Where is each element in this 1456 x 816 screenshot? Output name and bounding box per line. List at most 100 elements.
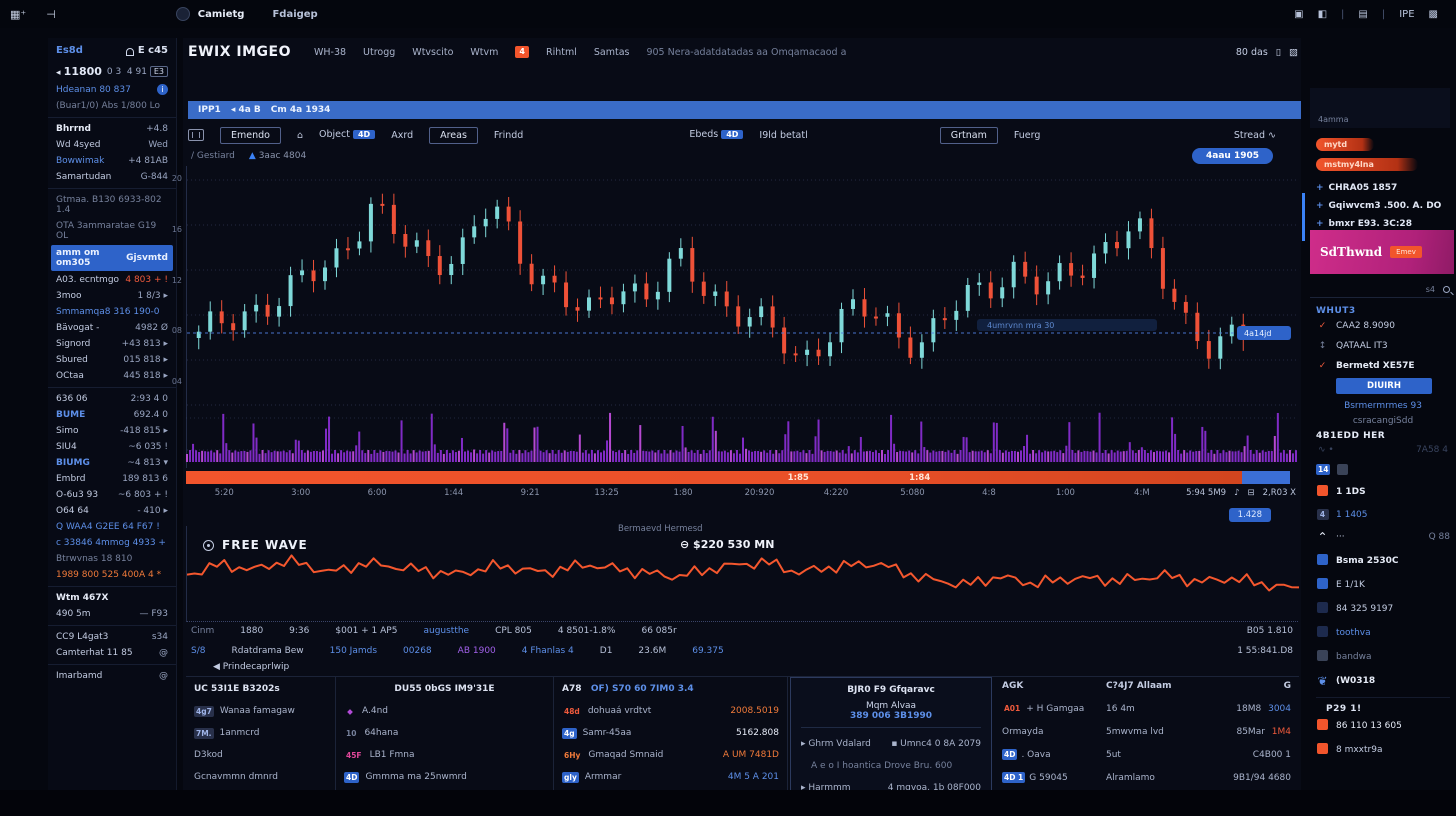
header-menu-item[interactable]: Wtvscito	[412, 47, 453, 58]
table-row[interactable]: 45FLB1 Fmna	[344, 744, 545, 766]
watchlist-row[interactable]: OCtaa445 818 ▸	[48, 368, 176, 384]
watchlist-row[interactable]: 3moo1 8/3 ▸	[48, 288, 176, 304]
axrd-button[interactable]: Axrd	[391, 130, 413, 141]
stats-row-3[interactable]: ◀ Prindecaprlwip	[213, 662, 289, 672]
table-row[interactable]: ◆A.4nd	[344, 700, 545, 722]
watchlist-row[interactable]: Wtm 467X	[48, 590, 176, 606]
col4-total-link[interactable]: 389 006 3B1990	[801, 711, 981, 728]
table-row[interactable]: D3kod	[194, 744, 327, 766]
sidebar-metric[interactable]: 8 mxxtr9a	[1316, 738, 1450, 762]
check-item[interactable]: ✓Bermetd XE57E	[1316, 356, 1450, 376]
promo-button[interactable]: Emev	[1390, 246, 1422, 258]
account-link-row[interactable]: Hdeanan 80 837 i	[48, 81, 176, 98]
appbar-menu-item[interactable]: Fdaigep	[272, 9, 317, 20]
watchlist-row[interactable]: O64 64- 410 ▸	[48, 503, 176, 519]
chip-grey[interactable]	[1337, 464, 1348, 475]
hotkey-item[interactable]: +CHRA05 1857	[1316, 179, 1454, 197]
object-button[interactable]: Object 4D	[319, 129, 375, 141]
search-icon[interactable]	[1443, 286, 1450, 293]
instrument-title[interactable]: EWIX IMGEO	[188, 44, 291, 60]
betatl-button[interactable]: I9ld betatl	[759, 130, 807, 141]
watchlist-row[interactable]: Camterhat 11 85@	[48, 645, 176, 661]
indicator-button[interactable]: Emendo	[220, 127, 281, 144]
header-menu-item[interactable]: Wtvm	[470, 47, 498, 58]
volume-chart[interactable]	[186, 400, 1298, 466]
home-icon[interactable]: ⌂	[297, 130, 303, 141]
table-row[interactable]: 7M.1anmcrd	[194, 722, 327, 744]
watchlist-row[interactable]: Sbured015 818 ▸	[48, 352, 176, 368]
areas-button[interactable]: Areas	[429, 127, 478, 144]
sidebar-search-row[interactable]: s4	[1310, 282, 1450, 298]
watchlist-row[interactable]: Imarbamd@	[48, 668, 176, 684]
watchlist-row[interactable]: BIUMG~4 813 ▾	[48, 455, 176, 471]
chip-row[interactable]: 14	[1316, 459, 1450, 480]
watchlist-row[interactable]: 490 5m— F93	[48, 606, 176, 622]
sidebar-metric[interactable]: bandwa	[1316, 645, 1450, 669]
watchlist-row[interactable]: OTA 3ammaratae G19 OL	[48, 218, 176, 244]
collapse-icon[interactable]: ⊣	[46, 8, 56, 21]
hot-pill-1[interactable]: mytd	[1316, 138, 1374, 151]
link-2[interactable]: csracangiSdd	[1353, 416, 1413, 426]
header-menu-item[interactable]: Samtas	[594, 47, 630, 58]
note-icon[interactable]: ♪	[1234, 488, 1239, 498]
watchlist-row[interactable]: c 33846 4mmog 4933 +	[48, 535, 176, 551]
panel-icon[interactable]: ▣	[1294, 9, 1303, 20]
watchlist-row[interactable]: SamartudanG-844	[48, 169, 176, 185]
table-row[interactable]: 4gSamr-45aa5162.808	[562, 722, 779, 744]
watchlist-row[interactable]: CC9 L4gat3s34	[48, 629, 176, 645]
watchlist-row[interactable]: Gtmaa. B130 6933-802 1.4	[48, 192, 176, 218]
col5-cell-a[interactable]: 4D 1G 59045	[1002, 767, 1098, 788]
alert-badge[interactable]: 4	[515, 46, 529, 58]
watchlist-row[interactable]: Bhrrnd+4.8	[48, 121, 176, 137]
hot-pill-2[interactable]: mstmy4lna	[1316, 158, 1418, 171]
watchlist-row[interactable]: A03. ecntmgo4 803 + !	[48, 272, 176, 288]
sidebar-metric[interactable]: toothva	[1316, 621, 1450, 645]
header-menu-item[interactable]: Rihtml	[546, 47, 577, 58]
watchlist-row[interactable]: Bowwimak+4 81AB	[48, 153, 176, 169]
sidebar-title[interactable]: Es8d	[56, 45, 83, 56]
zoom-pill[interactable]: 1.428	[1229, 508, 1271, 522]
watchlist-row[interactable]: Simo-418 815 ▸	[48, 423, 176, 439]
grtnam-button[interactable]: Grtnam	[940, 127, 998, 144]
fuerg-button[interactable]: Fuerg	[1014, 130, 1041, 141]
sidebar-metric[interactable]: ❦(W0318	[1316, 669, 1450, 693]
watchlist-row[interactable]: Bävogat -4982 Ø	[48, 320, 176, 336]
table-row[interactable]: 1064hana	[344, 722, 545, 744]
watchlist-row[interactable]: Signord+43 813 ▸	[48, 336, 176, 352]
watchlist-row[interactable]: Q WAA4 G2EE 64 F67 !	[48, 519, 176, 535]
check-item[interactable]: ↕QATAAL IT3	[1316, 336, 1450, 356]
col5-cell-a[interactable]: 4D. Oava	[1002, 744, 1098, 765]
frindd-button[interactable]: Frindd	[494, 130, 523, 141]
hotkey-item[interactable]: +Gqiwvcm3 .500. A. DO	[1316, 197, 1454, 215]
promo-banner[interactable]: SdThwnd Emev	[1310, 230, 1454, 274]
sidebar-metric[interactable]: 41 1405	[1316, 504, 1450, 525]
watchlist-row[interactable]: Btrwvnas 18 810	[48, 551, 176, 567]
notice-banner[interactable]: IPP1 ◂ 4a B Cm 4a 1934	[188, 101, 1301, 119]
col5-cell-a[interactable]: A01+ H Gamgaa	[1002, 698, 1098, 719]
replay-scrubber[interactable]: 1:851:84	[186, 471, 1290, 484]
minimize-icon[interactable]: ⊟	[1248, 488, 1255, 498]
watchlist-row[interactable]: O-6u3 93~6 803 + !	[48, 487, 176, 503]
bookmark-icon[interactable]: ▯	[1276, 47, 1281, 58]
sidebar-metric[interactable]: 1 1DS	[1316, 480, 1450, 504]
sidebar-metric[interactable]: ⌃···Q 88	[1316, 525, 1450, 549]
col4-row-1[interactable]: ▸ Ghrm Vdalard▪ Umnc4 0 8A 2079	[801, 733, 981, 755]
col5-cell-a[interactable]: Ormayda	[1002, 721, 1098, 742]
sidebar-metric[interactable]: 86 110 13 605	[1316, 714, 1450, 738]
check-item[interactable]: ✓CAA2 8.9090	[1316, 316, 1450, 336]
watchlist-row[interactable]: 1989 800 525 400A 4 *	[48, 567, 176, 583]
table-row[interactable]: 4DGmmma ma 25nwmrd	[344, 766, 545, 788]
header-menu-item[interactable]: Utrogg	[363, 47, 395, 58]
info-icon[interactable]: i	[157, 84, 168, 95]
layout-icon[interactable]: ▤	[1358, 9, 1367, 20]
watchlist-row[interactable]: BUME692.4 0	[48, 407, 176, 423]
mini-panel[interactable]: 4amma	[1310, 88, 1450, 128]
scale-label[interactable]: 2,R03 X	[1263, 488, 1296, 498]
table-row[interactable]: 4g7Wanaa famagaw	[194, 700, 327, 722]
grid-icon[interactable]: ▩	[1429, 9, 1438, 20]
camera-icon[interactable]: ▧	[1289, 47, 1298, 58]
watchlist-row[interactable]: Smmamqa8 316 190-0	[48, 304, 176, 320]
download-button[interactable]: DIUIRH	[1336, 378, 1432, 394]
watchlist-row-selected[interactable]: amm om om305Gjsvmtd	[51, 245, 173, 271]
autofit-pill-button[interactable]: 4aau 1905	[1192, 148, 1273, 164]
